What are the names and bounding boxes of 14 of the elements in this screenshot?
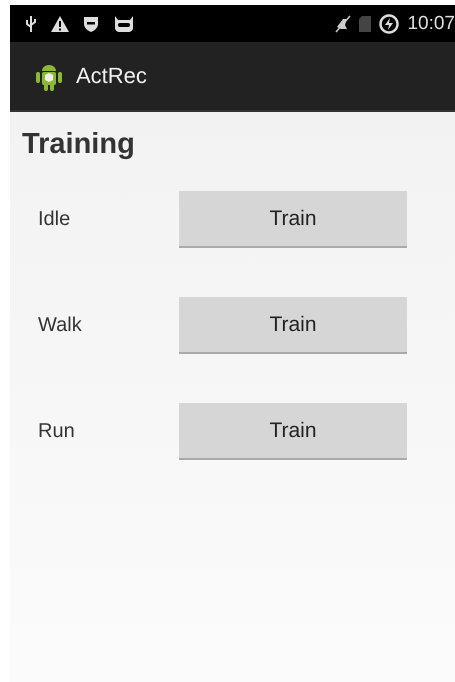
train-button[interactable]: Train	[179, 403, 407, 460]
charging-icon	[379, 14, 400, 34]
app-title: ActRec	[76, 63, 147, 89]
activity-label: Run	[37, 420, 76, 443]
train-button[interactable]: Train	[179, 191, 407, 248]
page-heading: Training	[22, 128, 136, 161]
usb-icon	[24, 14, 38, 32]
activity-label: Walk	[37, 314, 83, 337]
train-button[interactable]: Train	[179, 297, 407, 354]
warning-icon	[50, 14, 70, 32]
clock-time: 10:07	[407, 12, 455, 34]
sim-icon	[359, 16, 372, 32]
activity-label: Idle	[37, 208, 72, 231]
shield-icon	[82, 14, 100, 32]
